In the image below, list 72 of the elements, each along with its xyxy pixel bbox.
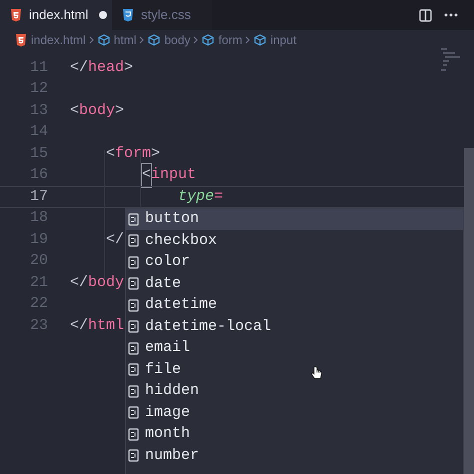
line-number: 23 bbox=[28, 316, 48, 336]
css-file-icon bbox=[122, 8, 134, 22]
minimap-drawing[interactable] bbox=[441, 48, 461, 72]
more-icon[interactable] bbox=[444, 13, 458, 17]
value-icon bbox=[128, 406, 139, 420]
html-file-icon bbox=[10, 8, 22, 22]
line-number: 19 bbox=[28, 230, 48, 250]
line-number: 21 bbox=[28, 272, 48, 292]
code-token: > bbox=[151, 144, 160, 164]
suggestion-item[interactable]: hidden bbox=[126, 380, 463, 402]
value-icon bbox=[128, 320, 139, 334]
value-icon bbox=[128, 449, 139, 462]
code-token: < bbox=[142, 164, 152, 186]
code-token: body bbox=[88, 272, 124, 292]
line-number: 12 bbox=[28, 79, 48, 99]
line-number: 17 bbox=[28, 186, 48, 206]
value-icon bbox=[128, 384, 139, 398]
line-number: 13 bbox=[28, 100, 48, 120]
code-token: > bbox=[124, 58, 134, 78]
code-token: </ bbox=[70, 316, 88, 336]
cube-icon bbox=[254, 34, 266, 46]
value-icon bbox=[128, 256, 139, 269]
code-token: < bbox=[106, 144, 116, 164]
code-token: head bbox=[88, 58, 124, 78]
code-token: body bbox=[79, 100, 116, 120]
chevron-icon bbox=[193, 36, 200, 44]
suggestion-item[interactable]: number bbox=[126, 445, 463, 466]
value-icon bbox=[128, 363, 139, 376]
value-icon bbox=[128, 298, 139, 312]
line-number: 22 bbox=[28, 294, 48, 314]
suggestion-item[interactable]: image bbox=[126, 402, 463, 424]
line-number: 15 bbox=[28, 144, 48, 164]
html-file-icon bbox=[15, 34, 27, 46]
mouse-pointer-icon bbox=[311, 366, 322, 380]
suggestion-item[interactable]: button bbox=[126, 208, 463, 230]
cube-icon bbox=[98, 34, 110, 46]
editor-tab[interactable]: index.html bbox=[0, 0, 112, 30]
line-number: 18 bbox=[28, 208, 48, 228]
code-token: </ bbox=[70, 58, 88, 78]
code-token: type bbox=[178, 186, 214, 206]
value-icon bbox=[128, 234, 139, 248]
cube-icon bbox=[148, 34, 160, 46]
suggestion-item[interactable]: month bbox=[126, 424, 463, 445]
suggestion-item[interactable]: datetime-local bbox=[126, 316, 463, 338]
value-icon bbox=[128, 277, 139, 290]
cube-icon bbox=[202, 34, 214, 46]
line-number: 16 bbox=[28, 165, 48, 185]
suggestion-item[interactable]: checkbox bbox=[126, 230, 463, 252]
chevron-icon bbox=[139, 36, 146, 44]
line-number: 11 bbox=[28, 58, 48, 78]
code-token: form bbox=[115, 144, 152, 164]
chevron-icon bbox=[88, 36, 95, 44]
line-number: 20 bbox=[28, 251, 48, 271]
code-token: > bbox=[115, 100, 124, 120]
line-number: 14 bbox=[28, 122, 48, 142]
value-icon bbox=[128, 342, 139, 355]
scrollbar-thumb[interactable] bbox=[464, 148, 474, 474]
suggestion-item[interactable]: color bbox=[126, 252, 463, 273]
code-token: input bbox=[151, 165, 196, 185]
suggestion-item[interactable]: email bbox=[126, 338, 463, 359]
value-icon bbox=[128, 428, 139, 441]
code-token: html bbox=[88, 316, 124, 336]
chevron-icon bbox=[245, 36, 252, 44]
value-icon bbox=[128, 212, 139, 226]
split-editor-icon[interactable] bbox=[419, 8, 432, 22]
suggestion-item[interactable]: datetime bbox=[126, 294, 463, 316]
suggestion-item[interactable]: file bbox=[126, 359, 463, 380]
code-token: </ bbox=[106, 230, 124, 250]
suggestion-item[interactable]: date bbox=[126, 273, 463, 294]
code-token: = bbox=[214, 186, 224, 206]
code-token: </ bbox=[70, 272, 88, 292]
code-token: < bbox=[70, 100, 80, 120]
